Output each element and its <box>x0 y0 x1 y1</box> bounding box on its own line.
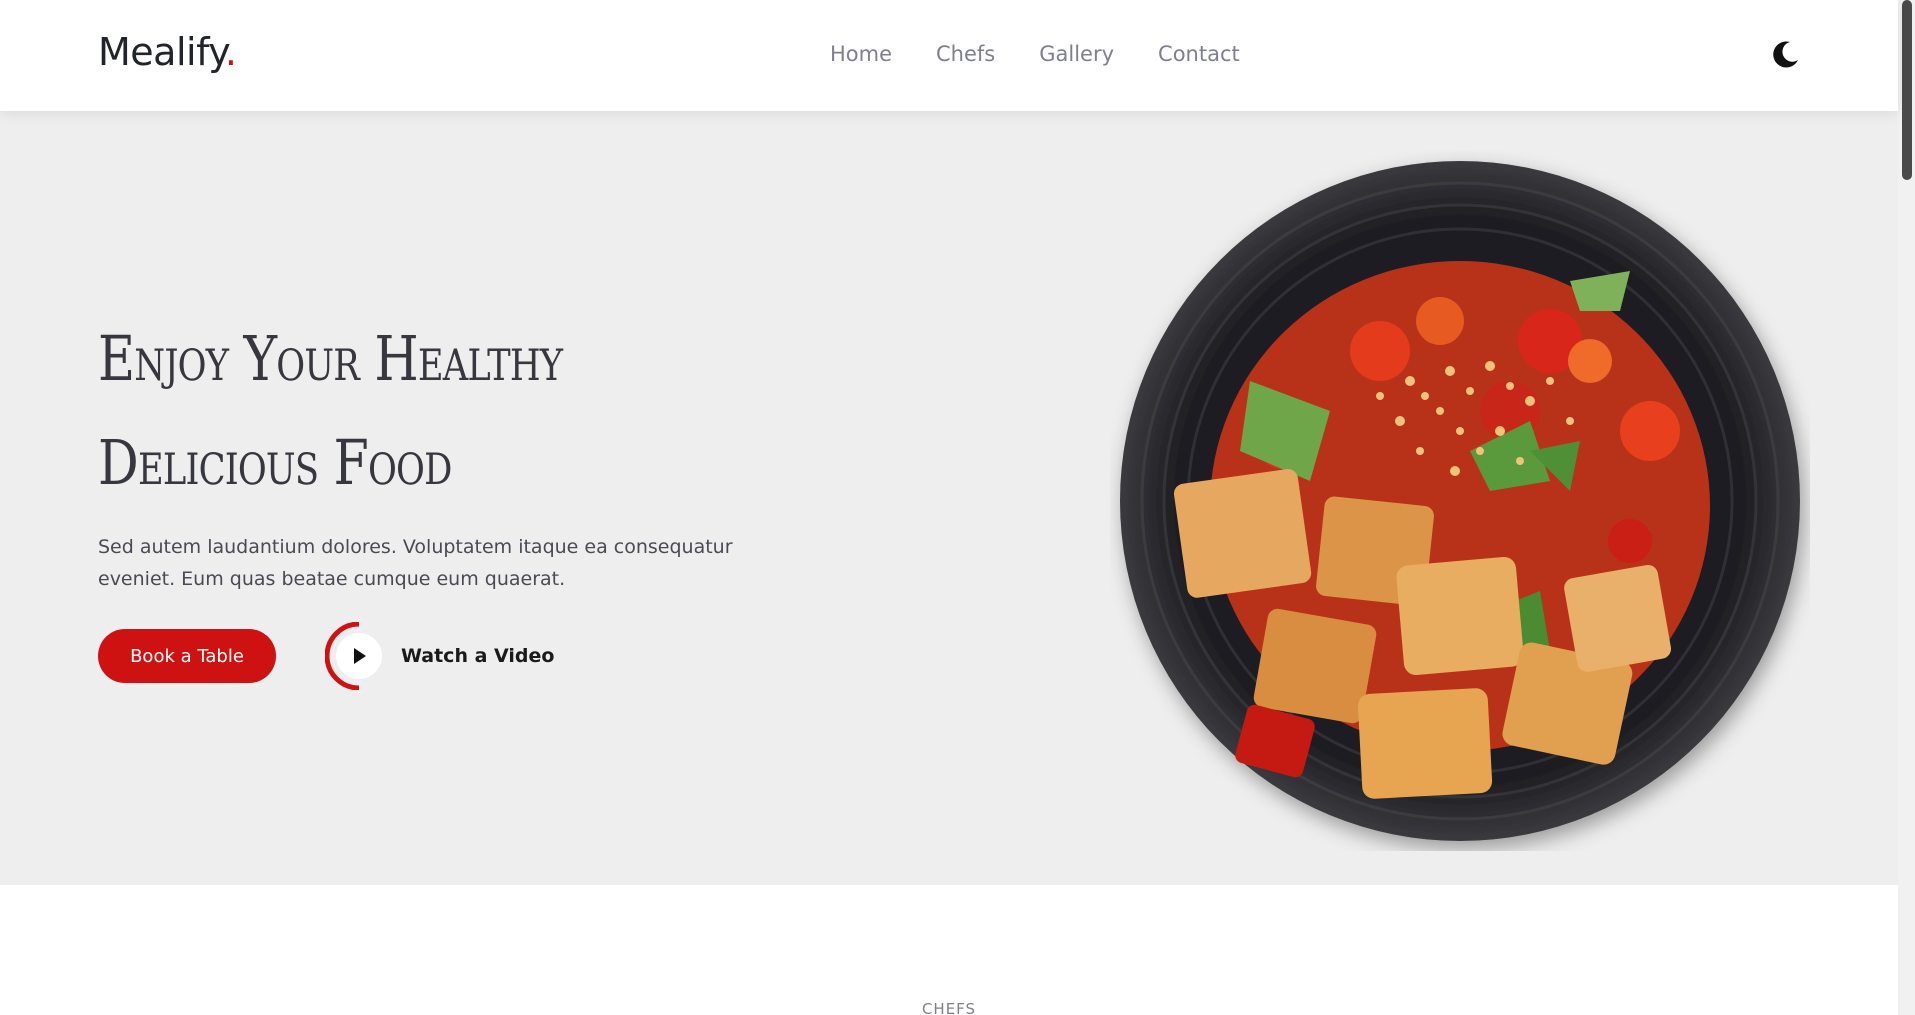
hero-headline-line1: Enjoy Your Healthy <box>98 322 563 395</box>
logo-dot: . <box>224 30 237 74</box>
hero-section: Enjoy Your Healthy Delicious Food Sed au… <box>0 111 1898 885</box>
nav-chefs[interactable]: Chefs <box>936 42 995 66</box>
moon-icon[interactable] <box>1770 38 1802 70</box>
book-table-button[interactable]: Book a Table <box>98 629 276 683</box>
hero-headline-line2: Delicious Food <box>98 426 452 499</box>
chefs-section-label: CHEFS <box>921 1000 977 1015</box>
main-nav: Home Chefs Gallery Contact <box>830 42 1240 66</box>
watch-video-button[interactable]: Watch a Video <box>325 622 554 690</box>
scrollbar-thumb[interactable] <box>1902 0 1912 180</box>
nav-gallery[interactable]: Gallery <box>1039 42 1114 66</box>
hero-description: Sed autem laudantium dolores. Voluptatem… <box>98 536 733 590</box>
play-icon[interactable] <box>325 622 393 690</box>
nav-home[interactable]: Home <box>830 42 892 66</box>
site-header: Mealify. Home Chefs Gallery Contact <box>0 0 1898 111</box>
hero-headline: Enjoy Your Healthy Delicious Food <box>98 307 672 515</box>
logo[interactable]: Mealify. <box>98 30 237 74</box>
nav-contact[interactable]: Contact <box>1158 42 1240 66</box>
watch-video-label: Watch a Video <box>401 645 555 667</box>
food-plate-image <box>1120 161 1800 841</box>
scrollbar[interactable] <box>1898 0 1915 1015</box>
logo-text: Mealify <box>98 30 225 74</box>
